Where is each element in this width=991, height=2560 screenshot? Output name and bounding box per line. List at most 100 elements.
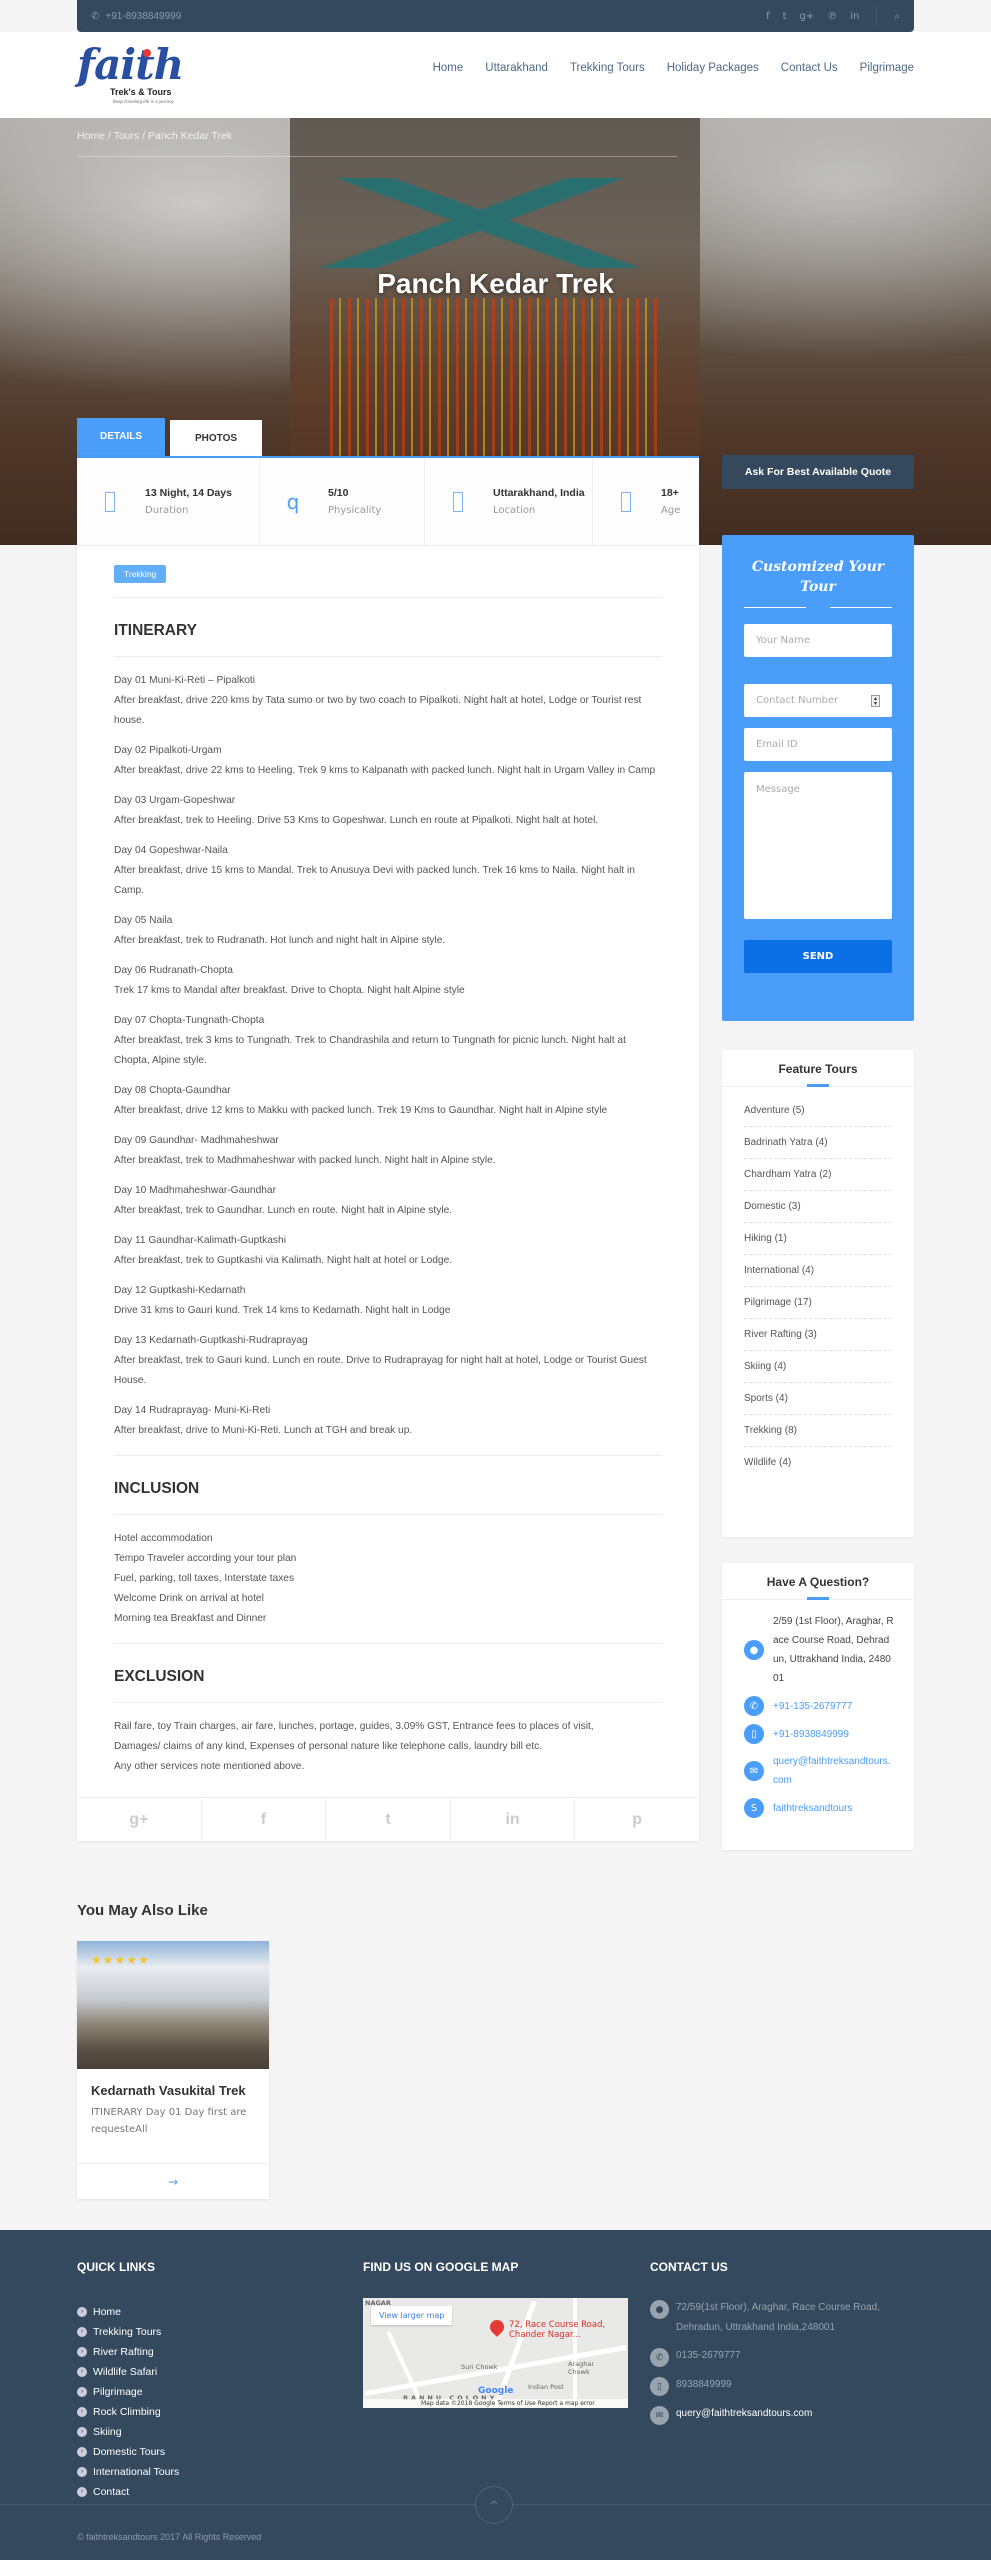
pinterest-icon[interactable]: ℗ <box>827 11 837 22</box>
envelope-icon: ✉ <box>744 1761 764 1781</box>
tour-card[interactable]: ★★★★★ Kedarnath Vasukital Trek ITINERARY… <box>77 1941 269 2199</box>
skype-icon: S <box>744 1798 764 1818</box>
nav-pilgrimage[interactable]: Pilgrimage <box>860 62 914 74</box>
quick-link[interactable]: › Skiing <box>77 2422 179 2442</box>
page-title: Panch Kedar Trek <box>377 268 614 299</box>
message-textarea[interactable]: Message <box>744 772 892 919</box>
map-pin-icon[interactable] <box>487 2317 507 2337</box>
question-email[interactable]: ✉ query@faithtreksandtours.com <box>744 1752 894 1790</box>
feature-tour-link[interactable]: Trekking (8) <box>744 1415 892 1447</box>
divider <box>114 1455 662 1456</box>
feature-tour-link[interactable]: Domestic (3) <box>744 1191 892 1223</box>
question-mobile[interactable]: ▯ +91-8938849999 <box>744 1724 894 1744</box>
feature-tour-link[interactable]: Hiking (1) <box>744 1223 892 1255</box>
clock-icon <box>105 491 115 512</box>
feature-tour-link[interactable]: Skiing (4) <box>744 1351 892 1383</box>
phone-link[interactable]: +91-135-2679777 <box>773 1697 852 1716</box>
email-input[interactable]: Email ID <box>744 728 892 761</box>
mobile-link[interactable]: +91-8938849999 <box>773 1725 849 1744</box>
arrow-right-icon[interactable]: → <box>77 2163 269 2199</box>
view-larger-map-link[interactable]: View larger map <box>371 2306 453 2325</box>
feature-tour-link[interactable]: Badrinath Yatra (4) <box>744 1127 892 1159</box>
nav-trekking-tours[interactable]: Trekking Tours <box>570 62 645 74</box>
name-input[interactable]: Your Name <box>744 624 892 657</box>
day-title: Day 12 Guptkashi-Kedarnath <box>114 1285 246 1296</box>
feature-tour-link[interactable]: Sports (4) <box>744 1383 892 1415</box>
share-google-plus-icon[interactable]: g+ <box>77 1798 202 1841</box>
skype-link[interactable]: faithtreksandtours <box>773 1799 853 1818</box>
feature-tour-link[interactable]: Wildlife (4) <box>744 1447 892 1478</box>
tour-body: Trekking ITINERARY Day 01 Muni-Ki-Reti –… <box>77 546 699 1797</box>
mobile-icon: ▯ <box>744 1724 764 1744</box>
category-badge[interactable]: Trekking <box>114 565 167 583</box>
quick-link[interactable]: › River Rafting <box>77 2342 179 2362</box>
search-icon[interactable]: ⌕ <box>894 11 900 22</box>
quick-link[interactable]: › Contact <box>77 2482 179 2502</box>
itinerary-day: Day 08 Chopta-Gaundhar After breakfast, d… <box>114 1081 662 1121</box>
top-bar: ✆ +91-8938849999 f t g+ ℗ in ⌕ <box>77 0 914 32</box>
nav-uttarakhand[interactable]: Uttarakhand <box>485 62 548 74</box>
feature-tours-list: Adventure (5) Badrinath Yatra (4) Chardham… <box>722 1087 914 1486</box>
back-to-top-button[interactable]: ^ <box>475 2486 513 2524</box>
tab-details[interactable]: DETAILS <box>77 418 165 456</box>
quick-link-label: Contact <box>93 2486 130 2498</box>
inclusion-item: Fuel, parking, toll taxes, Interstate ta… <box>114 1573 295 1584</box>
feature-tours-title: Feature Tours <box>722 1050 914 1087</box>
feature-tour-link[interactable]: International (4) <box>744 1255 892 1287</box>
footer-email-link[interactable]: query@faithtreksandtours.com <box>676 2404 812 2424</box>
arrow-circle-icon: › <box>77 2307 87 2317</box>
nav-home[interactable]: Home <box>433 62 464 74</box>
arrow-circle-icon: › <box>77 2387 87 2397</box>
feature-tour-link[interactable]: Pilgrimage (17) <box>744 1287 892 1319</box>
quick-link[interactable]: › Domestic Tours <box>77 2442 179 2462</box>
tour-facts: 13 Night, 14 Days Duration q 5/10 Physical… <box>77 458 699 546</box>
inclusion-item: Hotel accommodation <box>114 1533 213 1544</box>
quick-link[interactable]: › Home <box>77 2302 179 2322</box>
linkedin-icon[interactable]: in <box>850 11 859 22</box>
nav-holiday-packages[interactable]: Holiday Packages <box>667 62 759 74</box>
quick-link-label: Home <box>93 2306 122 2318</box>
share-twitter-icon[interactable]: t <box>326 1798 451 1841</box>
breadcrumb[interactable]: Home / Tours / Panch Kedar Trek <box>77 130 232 142</box>
number-spinner-icon[interactable]: ▴ ▾ <box>871 694 880 707</box>
logo[interactable]: faith Trek's & Tours Keep traveling life… <box>77 40 189 106</box>
contact-number-input[interactable]: Contact Number ▴ ▾ <box>744 684 892 717</box>
share-linkedin-icon[interactable]: in <box>451 1798 576 1841</box>
top-phone[interactable]: ✆ +91-8938849999 <box>91 11 181 22</box>
feature-tour-link[interactable]: Adventure (5) <box>744 1095 892 1127</box>
share-facebook-icon[interactable]: f <box>202 1798 327 1841</box>
facebook-icon[interactable]: f <box>766 11 770 22</box>
exclusion-line: Rail fare, toy Train charges, air fare, … <box>114 1721 594 1732</box>
quick-link[interactable]: › Wildlife Safari <box>77 2362 179 2382</box>
day-title: Day 06 Rudranath-Chopta <box>114 965 233 976</box>
quick-link[interactable]: › Pilgrimage <box>77 2382 179 2402</box>
google-plus-icon[interactable]: g+ <box>800 11 815 22</box>
google-map[interactable]: View larger map 72, Race Course Road, Ch… <box>363 2298 628 2408</box>
send-button[interactable]: SEND <box>744 940 892 973</box>
question-phone[interactable]: ✆ +91-135-2679777 <box>744 1696 894 1716</box>
arrow-circle-icon: › <box>77 2407 87 2417</box>
arrow-circle-icon: › <box>77 2327 87 2337</box>
email-link[interactable]: query@faithtreksandtours.com <box>773 1752 894 1790</box>
tab-photos[interactable]: PHOTOS <box>170 420 262 456</box>
nav-contact-us[interactable]: Contact Us <box>781 62 838 74</box>
quick-link[interactable]: › Trekking Tours <box>77 2322 179 2342</box>
day-title: Day 02 Pipalkoti-Urgam <box>114 745 222 756</box>
tour-card-title[interactable]: Kedarnath Vasukital Trek <box>77 2069 269 2104</box>
day-text: After breakfast, trek to Gaundhar. Lunch… <box>114 1205 453 1216</box>
ask-quote-button[interactable]: Ask For Best Available Quote <box>722 455 914 489</box>
feature-tour-link[interactable]: River Rafting (3) <box>744 1319 892 1351</box>
inclusion-list: Hotel accommodation Tempo Traveler accord… <box>114 1529 662 1629</box>
share-pinterest-icon[interactable]: p <box>575 1798 699 1841</box>
exclusion-list: Rail fare, toy Train charges, air fare, … <box>114 1717 662 1777</box>
twitter-icon[interactable]: t <box>783 11 787 22</box>
quick-link[interactable]: › International Tours <box>77 2462 179 2482</box>
star-icon: ★ <box>91 1953 103 1967</box>
day-title: Day 04 Gopeshwar-Naila <box>114 845 228 856</box>
quick-link[interactable]: › Rock Climbing <box>77 2402 179 2422</box>
question-skype[interactable]: Sfaithtreksandtours <box>744 1798 894 1818</box>
footer-email[interactable]: ✉ query@faithtreksandtours.com <box>650 2404 920 2425</box>
tour-card-image[interactable]: ★★★★★ <box>77 1941 269 2069</box>
map-label: Araghar Chowk <box>568 2360 595 2376</box>
feature-tour-link[interactable]: Chardham Yatra (2) <box>744 1159 892 1191</box>
